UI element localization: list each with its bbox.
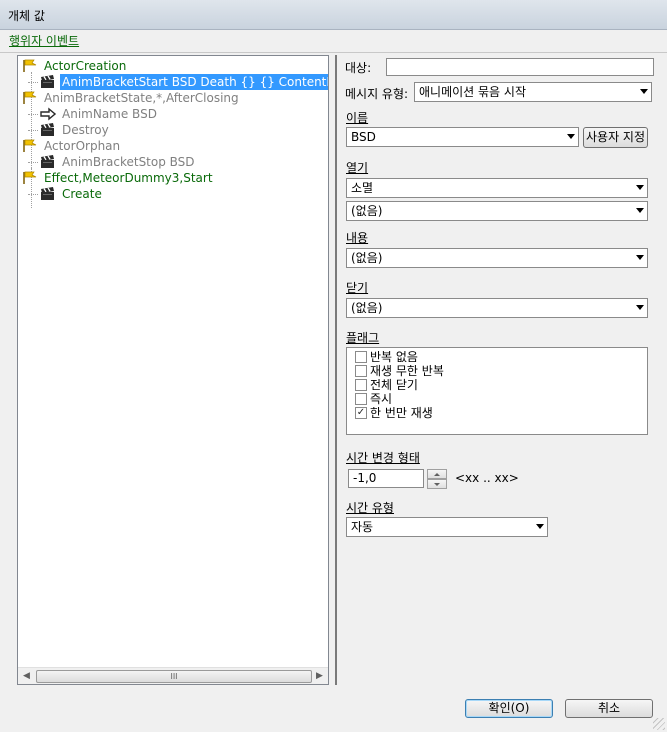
ok-button[interactable]: 확인(O) xyxy=(465,699,553,718)
cancel-button[interactable]: 취소 xyxy=(565,699,653,718)
flags-list: 반복 없음 재생 무한 반복 전체 닫기 즉시 ✓ 한 번만 재생 xyxy=(346,347,648,435)
open-select-primary[interactable]: 소멸 xyxy=(346,178,648,198)
checkbox-icon[interactable] xyxy=(355,365,367,377)
content-value: (없음) xyxy=(351,251,383,265)
tree-horizontal-scrollbar[interactable]: ◀ III ▶ xyxy=(18,667,328,684)
tree-connector xyxy=(28,114,38,115)
actor-events-link-area: 행위자 이벤트 xyxy=(9,32,79,49)
scroll-thumb[interactable]: III xyxy=(36,670,312,683)
window-title: 개체 값 xyxy=(8,9,45,23)
tree-node-label: AnimName BSD xyxy=(62,107,157,121)
flag-icon xyxy=(22,91,38,105)
spin-down-icon[interactable] xyxy=(427,479,447,489)
chevron-down-icon xyxy=(636,255,644,260)
checkbox-icon[interactable] xyxy=(355,351,367,363)
tree-connector xyxy=(28,82,38,83)
close-value: (없음) xyxy=(351,301,383,315)
close-select[interactable]: (없음) xyxy=(346,298,648,318)
tree-connector xyxy=(28,130,38,131)
header-divider xyxy=(0,52,667,53)
time-scale-spinner xyxy=(427,469,447,489)
custom-button[interactable]: 사용자 지정 xyxy=(583,127,648,148)
message-type-select[interactable]: 애니메이션 묶음 시작 xyxy=(414,82,652,102)
flag-icon xyxy=(22,59,38,73)
pane-splitter[interactable] xyxy=(335,55,337,685)
open-label: 열기 xyxy=(346,161,369,175)
scroll-left-icon[interactable]: ◀ xyxy=(18,668,35,684)
arrow-right-icon xyxy=(40,107,57,121)
checkbox-icon[interactable] xyxy=(355,379,367,391)
tree-node-label: AnimBracketStart BSD Death {} {} Content… xyxy=(60,74,328,90)
message-type-value: 애니메이션 묶음 시작 xyxy=(419,85,526,99)
content-select[interactable]: (없음) xyxy=(346,248,648,268)
flag-icon xyxy=(22,171,38,185)
open-value-primary: 소멸 xyxy=(351,181,374,195)
chevron-down-icon xyxy=(640,89,648,94)
flag-label: 한 번만 재생 xyxy=(370,406,433,420)
time-scale-label: 시간 변경 형태 xyxy=(346,451,420,465)
checkbox-checked-icon[interactable]: ✓ xyxy=(355,407,367,419)
clapperboard-icon xyxy=(40,155,56,169)
chevron-down-icon xyxy=(636,305,644,310)
event-tree[interactable]: ActorCreation AnimBracketStart BSD Death … xyxy=(17,55,329,685)
clapperboard-icon xyxy=(40,187,56,201)
name-value: BSD xyxy=(351,130,376,144)
tree-node-label: AnimBracketState,*,AfterClosing xyxy=(44,91,239,105)
time-type-label: 시간 유형 xyxy=(346,501,394,515)
target-input[interactable] xyxy=(386,58,654,76)
flag-label: 반복 없음 xyxy=(370,350,418,364)
tree-node-label: Effect,MeteorDummy3,Start xyxy=(44,171,213,185)
content-label: 내용 xyxy=(346,231,369,245)
tree-connector xyxy=(28,194,38,195)
checkbox-icon[interactable] xyxy=(355,393,367,405)
tree-connector xyxy=(31,72,32,172)
flag-label: 전체 닫기 xyxy=(370,378,418,392)
chevron-down-icon xyxy=(536,524,544,529)
event-tree-rows: ActorCreation AnimBracketStart BSD Death … xyxy=(18,56,328,667)
tree-connector xyxy=(28,162,38,163)
clapperboard-icon xyxy=(40,123,56,137)
scroll-thumb-grip: III xyxy=(170,672,178,681)
chevron-down-icon xyxy=(636,208,644,213)
name-select[interactable]: BSD xyxy=(346,127,579,147)
clapperboard-icon xyxy=(40,75,56,89)
actor-events-link[interactable]: 행위자 이벤트 xyxy=(9,34,79,48)
tree-node-label: Destroy xyxy=(62,123,109,137)
open-select-secondary[interactable]: (없음) xyxy=(346,201,648,221)
time-scale-range-hint: <xx .. xx> xyxy=(455,471,519,485)
open-value-secondary: (없음) xyxy=(351,204,383,218)
flag-label: 재생 무한 반복 xyxy=(370,364,444,378)
flags-label: 플래그 xyxy=(346,331,380,345)
tree-node-label: Create xyxy=(62,187,102,201)
time-type-select[interactable]: 자동 xyxy=(346,517,548,537)
chevron-down-icon xyxy=(636,185,644,190)
target-label: 대상: xyxy=(345,61,372,75)
title-bar: 개체 값 xyxy=(0,0,667,30)
tree-node-label: ActorCreation xyxy=(44,59,127,73)
spin-up-icon[interactable] xyxy=(427,469,447,479)
tree-node-label: AnimBracketStop BSD xyxy=(62,155,195,169)
tree-node-label: ActorOrphan xyxy=(44,139,121,153)
name-label: 이름 xyxy=(346,111,369,125)
scroll-right-icon[interactable]: ▶ xyxy=(311,668,328,684)
flag-label: 즉시 xyxy=(370,392,393,406)
resize-grip-icon[interactable] xyxy=(653,718,665,730)
time-scale-input[interactable]: -1,0 xyxy=(348,469,424,488)
message-type-label: 메시지 유형: xyxy=(345,87,409,101)
chevron-down-icon xyxy=(567,134,575,139)
flag-icon xyxy=(22,139,38,153)
time-type-value: 자동 xyxy=(351,520,374,534)
close-label: 닫기 xyxy=(346,281,369,295)
